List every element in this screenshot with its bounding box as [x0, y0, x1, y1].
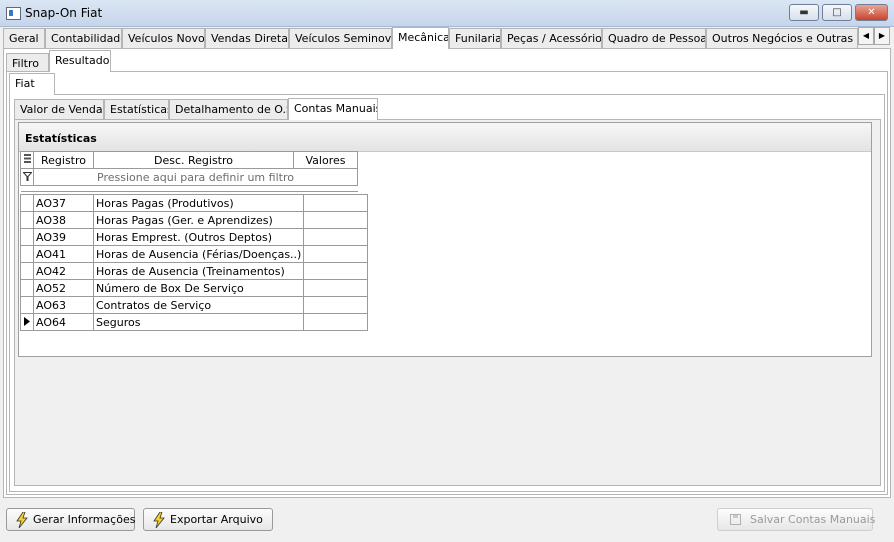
spacer-row [20, 185, 358, 192]
cell-registro[interactable]: AO41 [33, 245, 94, 263]
tab-quadro-de-pessoas[interactable]: Quadro de Pessoas [602, 28, 706, 48]
tab-filtro[interactable]: Filtro [6, 53, 49, 71]
row-selector[interactable] [20, 296, 34, 314]
cell-desc-registro[interactable]: Horas Pagas (Ger. e Aprendizes) [92, 211, 305, 229]
row-selector[interactable] [20, 211, 34, 229]
report-tab-strip: Valor de Vendas Estatísticas Detalhament… [0, 98, 894, 120]
table-row[interactable]: AO41 Horas de Ausencia (Férias/Doenças..) [20, 245, 369, 263]
cell-desc-registro[interactable]: Horas de Ausencia (Treinamentos) [92, 262, 305, 280]
tab-contas-manuais[interactable]: Contas Manuais [288, 98, 378, 120]
arrow-right-icon: ▶ [878, 31, 886, 40]
filter-icon [21, 171, 33, 181]
row-selector[interactable] [20, 262, 34, 280]
table-row[interactable]: AO42 Horas de Ausencia (Treinamentos) [20, 262, 369, 280]
tab-contabilidade[interactable]: Contabilidade [45, 28, 122, 48]
cell-desc-registro[interactable]: Horas Pagas (Produtivos) [92, 194, 305, 212]
table-row[interactable]: AO39 Horas Emprest. (Outros Deptos) [20, 228, 369, 246]
cell-valores[interactable] [303, 262, 369, 280]
tab-pecas-acessorios[interactable]: Peças / Acessórios [501, 28, 602, 48]
exportar-arquivo-button[interactable]: Exportar Arquivo [143, 508, 273, 531]
cell-registro[interactable]: AO38 [33, 211, 94, 229]
tab-vendas-diretas[interactable]: Vendas Diretas [205, 28, 289, 48]
filter-hint[interactable]: Pressione aqui para definir um filtro [33, 168, 358, 186]
sub-tab-strip: Filtro Resultado [0, 50, 894, 72]
tab-outros-negocios[interactable]: Outros Negócios e Outras Mar [706, 28, 858, 48]
table-row[interactable]: AO64 Seguros [20, 313, 369, 331]
maximize-icon: □ [832, 7, 842, 18]
cell-registro[interactable]: AO64 [33, 313, 94, 331]
minimize-button[interactable]: ▬ [789, 4, 819, 21]
salvar-contas-manuais-label: Salvar Contas Manuais [750, 513, 876, 526]
tab-scroll-left-button[interactable]: ◀ [858, 27, 874, 45]
filter-icon-cell [20, 168, 34, 186]
minimize-icon: ▬ [799, 7, 809, 18]
tab-scroll-right-button[interactable]: ▶ [874, 27, 890, 45]
records-table: AO37 Horas Pagas (Produtivos) AO38 Horas Pa… [20, 194, 369, 331]
table-row[interactable]: AO63 Contratos de Serviço [20, 296, 369, 314]
close-button[interactable]: ✕ [855, 4, 888, 21]
tab-estatisticas[interactable]: Estatísticas [104, 99, 169, 119]
table-header-row: Registro Desc. Registro Valores [20, 151, 358, 169]
tab-funilaria[interactable]: Funilaria [449, 28, 501, 48]
cell-valores[interactable] [303, 296, 369, 314]
column-header-registro[interactable]: Registro [33, 151, 94, 169]
column-header-valores[interactable]: Valores [293, 151, 358, 169]
save-icon [730, 514, 741, 525]
data-table: Registro Desc. Registro Valores Pression… [20, 151, 358, 192]
gerar-informacoes-button[interactable]: Gerar Informações [6, 508, 135, 531]
column-chooser-button[interactable] [20, 151, 34, 169]
filter-row[interactable]: Pressione aqui para definir um filtro [20, 168, 358, 186]
grid-caption-band: Estatísticas [19, 123, 871, 152]
tab-geral[interactable]: Geral [3, 28, 45, 48]
current-row-indicator-icon [24, 316, 30, 326]
grid-caption: Estatísticas [25, 132, 97, 145]
cell-valores[interactable] [303, 245, 369, 263]
row-selector[interactable] [20, 194, 34, 212]
salvar-contas-manuais-button[interactable]: Salvar Contas Manuais [717, 508, 876, 531]
title-bar: Snap-On Fiat ▬ □ ✕ [0, 0, 894, 27]
cell-valores[interactable] [303, 194, 369, 212]
lightning-icon [153, 512, 165, 528]
cell-valores[interactable] [303, 279, 369, 297]
cell-desc-registro[interactable]: Horas de Ausencia (Férias/Doenças..) [92, 245, 305, 263]
exportar-arquivo-label: Exportar Arquivo [170, 513, 263, 526]
row-selector[interactable] [20, 279, 34, 297]
maximize-button[interactable]: □ [822, 4, 852, 21]
app-icon [6, 7, 21, 20]
cell-registro[interactable]: AO52 [33, 279, 94, 297]
cell-registro[interactable]: AO63 [33, 296, 94, 314]
gerar-informacoes-label: Gerar Informações [33, 513, 136, 526]
tab-veiculos-seminovos[interactable]: Veículos Seminovos [289, 28, 392, 48]
tab-fiat[interactable]: Fiat [9, 73, 55, 95]
table-row[interactable]: AO52 Número de Box De Serviço [20, 279, 369, 297]
cell-registro[interactable]: AO37 [33, 194, 94, 212]
row-selector[interactable] [20, 245, 34, 263]
list-icon [23, 154, 31, 163]
tab-mecanica[interactable]: Mecânica [392, 27, 449, 49]
cell-valores[interactable] [303, 313, 369, 331]
cell-desc-registro[interactable]: Seguros [92, 313, 305, 331]
cell-valores[interactable] [303, 228, 369, 246]
cell-valores[interactable] [303, 211, 369, 229]
arrow-left-icon: ◀ [862, 31, 870, 40]
tab-veiculos-novos[interactable]: Veículos Novos [122, 28, 205, 48]
table-row[interactable]: AO38 Horas Pagas (Ger. e Aprendizes) [20, 211, 369, 229]
cell-desc-registro[interactable]: Número de Box De Serviço [92, 279, 305, 297]
cell-desc-registro[interactable]: Contratos de Serviço [92, 296, 305, 314]
table-row[interactable]: AO37 Horas Pagas (Produtivos) [20, 194, 369, 212]
row-selector[interactable] [20, 228, 34, 246]
cell-registro[interactable]: AO39 [33, 228, 94, 246]
main-tab-strip: Geral Contabilidade Veículos Novos Venda… [0, 27, 894, 49]
row-selector[interactable] [20, 313, 34, 331]
tab-resultado[interactable]: Resultado [49, 50, 111, 72]
window-title: Snap-On Fiat [25, 6, 103, 20]
lightning-icon [16, 512, 28, 528]
tab-detalhamento-os[interactable]: Detalhamento de O.S. [169, 99, 288, 119]
cell-registro[interactable]: AO42 [33, 262, 94, 280]
cell-desc-registro[interactable]: Horas Emprest. (Outros Deptos) [92, 228, 305, 246]
column-header-desc-registro[interactable]: Desc. Registro [93, 151, 294, 169]
tab-valor-de-vendas[interactable]: Valor de Vendas [14, 99, 104, 119]
close-icon: ✕ [867, 7, 876, 18]
